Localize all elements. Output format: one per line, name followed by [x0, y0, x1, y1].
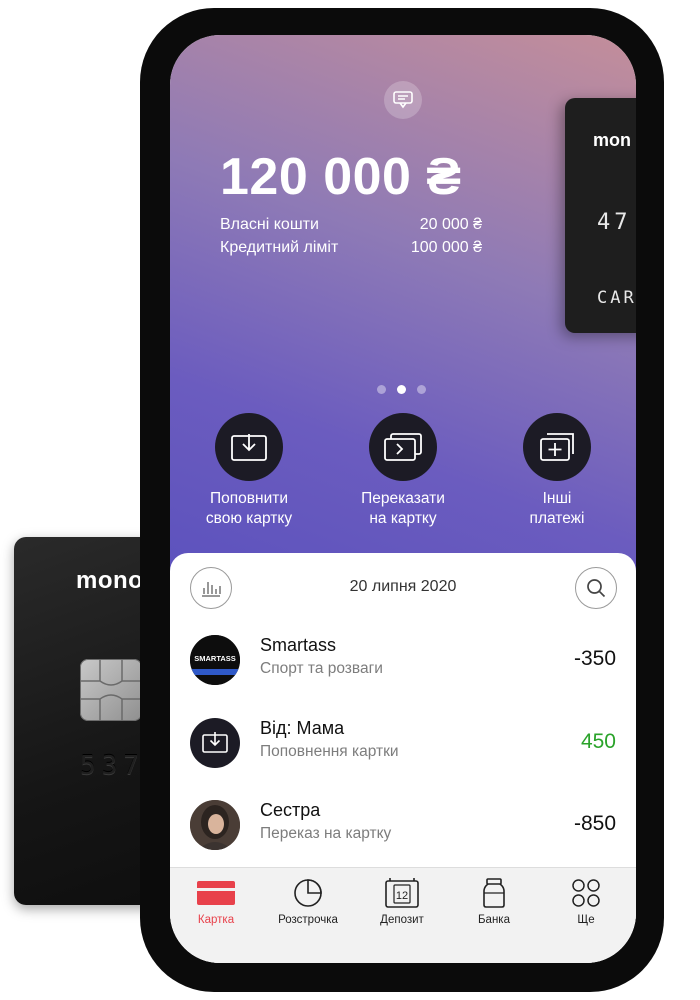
total-balance: 120 000 ₴	[220, 148, 462, 206]
bottom-tab-bar: Картка Розстрочка 12 Депозит Банка Ще	[170, 867, 636, 963]
own-funds-value: 20 000 ₴	[419, 216, 482, 233]
own-funds-row: Власні кошти 20 000 ₴	[220, 216, 482, 234]
credit-limit-row: Кредитний ліміт 100 000 ₴	[220, 239, 482, 257]
messages-icon[interactable]	[384, 81, 422, 119]
transaction-category: Поповнення картки	[260, 743, 399, 760]
card-logo: mono	[76, 567, 144, 594]
quick-actions: Поповнити свою картку Переказати на картку	[170, 413, 636, 553]
credit-limit-value: 100 000 ₴	[410, 239, 482, 256]
other-payments-button[interactable]: Інші платежі	[482, 413, 632, 529]
tab-more-label: Ще	[577, 914, 595, 926]
virtual-card-type: CAR	[597, 288, 636, 308]
transaction-amount: -350	[573, 647, 616, 670]
add-card-icon[interactable]	[523, 413, 591, 481]
jar-icon	[448, 876, 540, 910]
top-up-button[interactable]: Поповнити свою картку	[174, 413, 324, 529]
transaction-row[interactable]: Від: Мама Поповнення картки 450	[170, 718, 636, 800]
transfer-button[interactable]: Переказати на картку	[328, 413, 478, 529]
feed-date: 20 липня 2020	[349, 578, 457, 595]
virtual-card-number: 47	[597, 210, 632, 235]
top-up-label-2: свою картку	[205, 510, 293, 527]
tab-deposit-label: Депозит	[380, 914, 424, 926]
tab-jar-label: Банка	[478, 914, 510, 926]
pie-chart-icon	[262, 876, 354, 910]
transaction-amount: -850	[573, 812, 616, 835]
virtual-card-preview[interactable]: mon 47 CAR	[565, 98, 636, 333]
tab-installments-label: Розстрочка	[278, 914, 338, 926]
other-payments-label-1: Інші	[542, 490, 572, 507]
tab-card[interactable]: Картка	[170, 876, 262, 926]
card-chip	[80, 659, 142, 721]
own-funds-label: Власні кошти	[220, 216, 319, 233]
app-screen: 120 000 ₴ Власні кошти 20 000 ₴ Кредитни…	[170, 35, 636, 963]
credit-limit-label: Кредитний ліміт	[220, 239, 339, 256]
merchant-avatar: SMARTASS	[190, 635, 240, 685]
transaction-name: Від: Мама	[260, 718, 345, 738]
grid-circles-icon	[540, 876, 632, 910]
other-payments-label-2: платежі	[529, 510, 585, 527]
transfer-label-2: на картку	[369, 510, 437, 527]
top-up-label-1: Поповнити	[210, 490, 288, 507]
calendar-12-icon: 12	[356, 876, 448, 910]
top-up-avatar-icon	[190, 718, 240, 768]
card-pager[interactable]	[377, 385, 426, 394]
download-card-icon[interactable]	[215, 413, 283, 481]
card-icon	[170, 876, 262, 910]
contact-avatar	[190, 800, 240, 850]
search-icon	[587, 579, 606, 598]
tab-jar[interactable]: Банка	[448, 876, 540, 926]
transfer-card-icon[interactable]	[369, 413, 437, 481]
tab-installments[interactable]: Розстрочка	[262, 876, 354, 926]
pager-dot[interactable]	[377, 385, 386, 394]
virtual-card-logo: mon	[593, 130, 631, 150]
transaction-category: Переказ на картку	[260, 825, 392, 842]
search-button[interactable]	[575, 567, 617, 609]
transaction-name: Сестра	[260, 800, 321, 820]
pager-dot[interactable]	[417, 385, 426, 394]
merchant-avatar-text: SMARTASS	[194, 654, 236, 663]
tab-more[interactable]: Ще	[540, 876, 632, 926]
pager-dot-active[interactable]	[397, 385, 406, 394]
calendar-icon-text: 12	[396, 890, 408, 902]
transaction-amount: 450	[580, 730, 616, 753]
balance-hero: 120 000 ₴ Власні кошти 20 000 ₴ Кредитни…	[170, 35, 636, 595]
tab-card-label: Картка	[197, 914, 235, 926]
tab-deposit[interactable]: 12 Депозит	[356, 876, 448, 926]
transaction-category: Спорт та розваги	[260, 660, 383, 677]
transaction-name: Smartass	[260, 635, 337, 655]
card-number: 537	[80, 751, 145, 781]
transfer-label-1: Переказати	[361, 490, 445, 507]
transaction-row[interactable]: SMARTASS Smartass Спорт та розваги -350	[170, 635, 636, 717]
